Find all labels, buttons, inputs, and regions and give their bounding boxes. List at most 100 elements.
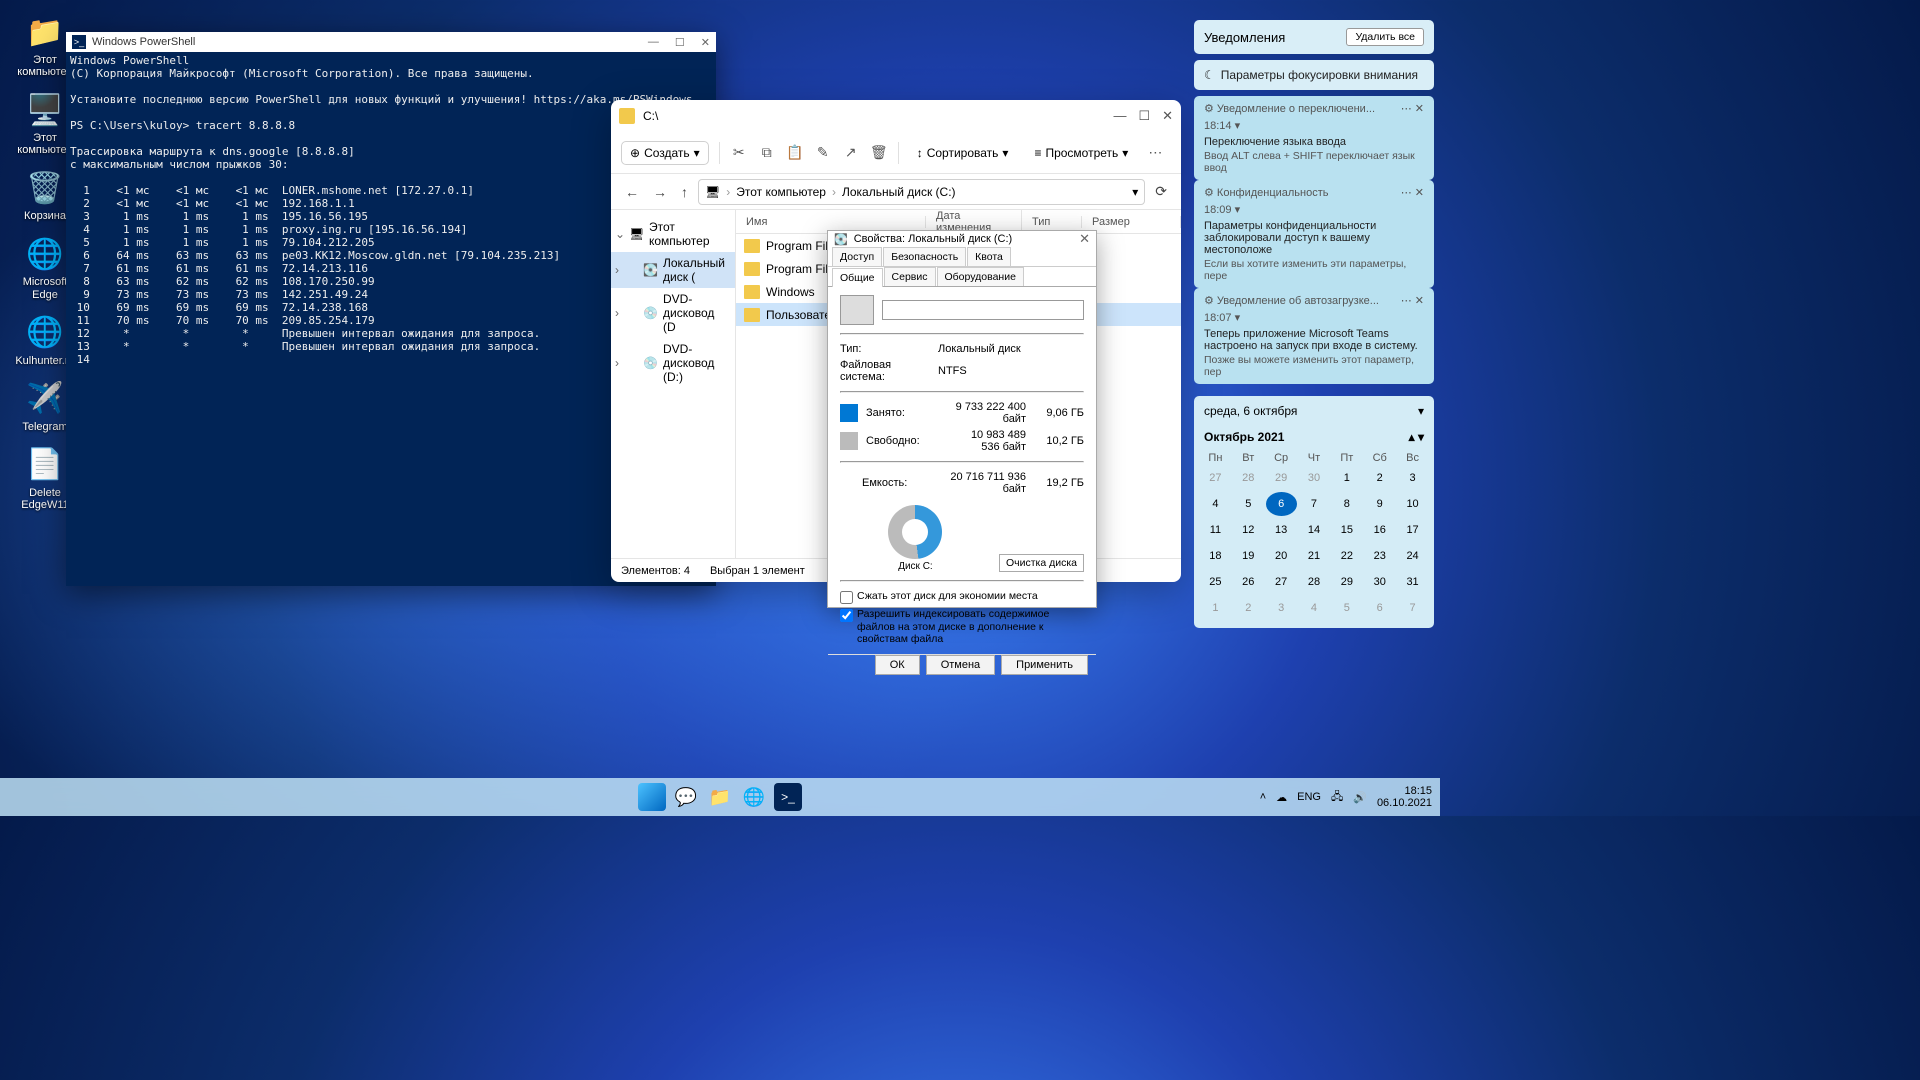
tray-onedrive-icon[interactable]: ☁ bbox=[1276, 791, 1287, 804]
tray-lang[interactable]: ENG bbox=[1297, 791, 1321, 803]
calendar-day[interactable]: 21 bbox=[1299, 544, 1330, 568]
calendar-day[interactable]: 18 bbox=[1200, 544, 1231, 568]
tab-hardware[interactable]: Оборудование bbox=[937, 267, 1024, 286]
calendar-day[interactable]: 11 bbox=[1200, 518, 1231, 542]
calendar-day[interactable]: 17 bbox=[1397, 518, 1428, 542]
tab-access[interactable]: Доступ bbox=[832, 247, 882, 266]
col-type[interactable]: Тип bbox=[1022, 216, 1082, 228]
calendar-day[interactable]: 28 bbox=[1233, 466, 1264, 490]
next-month-icon[interactable]: ▾ bbox=[1418, 430, 1424, 444]
paste-icon[interactable]: 📋 bbox=[786, 144, 804, 162]
calendar-day[interactable]: 27 bbox=[1266, 570, 1297, 594]
apply-button[interactable]: Применить bbox=[1001, 655, 1088, 675]
calendar-day[interactable]: 25 bbox=[1200, 570, 1231, 594]
calendar-day[interactable]: 29 bbox=[1266, 466, 1297, 490]
calendar-day[interactable]: 2 bbox=[1233, 596, 1264, 620]
tab-general[interactable]: Общие bbox=[832, 268, 883, 287]
tab-service[interactable]: Сервис bbox=[884, 267, 936, 286]
calendar-day[interactable]: 30 bbox=[1364, 570, 1395, 594]
share-icon[interactable]: ↗ bbox=[842, 144, 860, 162]
col-name[interactable]: Имя bbox=[736, 216, 926, 228]
calendar-day[interactable]: 4 bbox=[1299, 596, 1330, 620]
more-icon[interactable]: ⋯ bbox=[1146, 144, 1164, 162]
calendar-day[interactable]: 4 bbox=[1200, 492, 1231, 516]
start-button[interactable] bbox=[638, 783, 666, 811]
cut-icon[interactable]: ✂ bbox=[730, 144, 748, 162]
calendar-day[interactable]: 27 bbox=[1200, 466, 1231, 490]
tray-network-icon[interactable]: 🖧 bbox=[1331, 788, 1343, 807]
calendar-day[interactable]: 5 bbox=[1331, 596, 1362, 620]
cancel-button[interactable]: Отмена bbox=[926, 655, 995, 675]
calendar-day[interactable]: 29 bbox=[1331, 570, 1362, 594]
calendar-day[interactable]: 3 bbox=[1266, 596, 1297, 620]
close-icon[interactable]: ✕ bbox=[1415, 103, 1424, 115]
taskbar-explorer-icon[interactable]: 📁 bbox=[706, 783, 734, 811]
calendar-day[interactable]: 20 bbox=[1266, 544, 1297, 568]
up-button[interactable]: ↑ bbox=[677, 180, 692, 204]
tray-chevron-icon[interactable]: ˄ bbox=[1260, 791, 1266, 803]
notification-item[interactable]: ⚙ Конфиденциальность⋯ ✕18:09 ▾Параметры … bbox=[1194, 180, 1434, 288]
sidebar-dvd2[interactable]: 💿DVD-дисковод (D:) bbox=[611, 338, 735, 388]
breadcrumb[interactable]: 🖥 › Этот компьютер › Локальный диск (C:)… bbox=[698, 179, 1145, 205]
explorer-titlebar[interactable]: C:\ — ☐ ✕ bbox=[611, 100, 1181, 132]
calendar-day[interactable]: 7 bbox=[1299, 492, 1330, 516]
view-button[interactable]: ≡ Просмотреть ▾ bbox=[1026, 142, 1136, 164]
taskbar-chat-icon[interactable]: 💬 bbox=[672, 783, 700, 811]
maximize-button[interactable]: ☐ bbox=[1138, 108, 1150, 124]
close-button[interactable]: ✕ bbox=[701, 36, 710, 49]
disk-cleanup-button[interactable]: Очистка диска bbox=[999, 554, 1084, 572]
calendar-day[interactable]: 2 bbox=[1364, 466, 1395, 490]
compress-checkbox[interactable]: Сжать этот диск для экономии места bbox=[840, 590, 1084, 604]
back-button[interactable]: ← bbox=[621, 180, 643, 204]
calendar-day[interactable]: 23 bbox=[1364, 544, 1395, 568]
taskbar-edge-icon[interactable]: 🌐 bbox=[740, 783, 768, 811]
delete-icon[interactable]: 🗑 bbox=[870, 144, 888, 162]
create-button[interactable]: ⊕ Создать ▾ bbox=[621, 141, 709, 165]
copy-icon[interactable]: ⧉ bbox=[758, 144, 776, 162]
close-button[interactable]: ✕ bbox=[1162, 108, 1173, 124]
delete-all-button[interactable]: Удалить все bbox=[1346, 28, 1424, 46]
close-icon[interactable]: ✕ bbox=[1079, 231, 1090, 247]
notification-item[interactable]: ⚙ Уведомление о переключени...⋯ ✕18:14 ▾… bbox=[1194, 96, 1434, 180]
focus-assist-link[interactable]: Параметры фокусировки внимания bbox=[1221, 68, 1418, 82]
calendar-day[interactable]: 13 bbox=[1266, 518, 1297, 542]
powershell-titlebar[interactable]: >_ Windows PowerShell — ☐ ✕ bbox=[66, 32, 716, 52]
calendar-day[interactable]: 12 bbox=[1233, 518, 1264, 542]
collapse-icon[interactable]: ▾ bbox=[1418, 404, 1424, 418]
calendar-day[interactable]: 1 bbox=[1200, 596, 1231, 620]
prev-month-icon[interactable]: ▴ bbox=[1409, 430, 1415, 444]
calendar-day[interactable]: 6 bbox=[1364, 596, 1395, 620]
taskbar-powershell-icon[interactable]: >_ bbox=[774, 783, 802, 811]
rename-icon[interactable]: ✎ bbox=[814, 144, 832, 162]
calendar-day[interactable]: 28 bbox=[1299, 570, 1330, 594]
calendar-day[interactable]: 24 bbox=[1397, 544, 1428, 568]
calendar-day[interactable]: 26 bbox=[1233, 570, 1264, 594]
calendar-day[interactable]: 3 bbox=[1397, 466, 1428, 490]
calendar-day[interactable]: 7 bbox=[1397, 596, 1428, 620]
close-icon[interactable]: ✕ bbox=[1415, 187, 1424, 199]
disk-name-input[interactable] bbox=[882, 300, 1084, 320]
forward-button[interactable]: → bbox=[649, 180, 671, 204]
calendar-day[interactable]: 30 bbox=[1299, 466, 1330, 490]
calendar-day[interactable]: 14 bbox=[1299, 518, 1330, 542]
calendar-day[interactable]: 10 bbox=[1397, 492, 1428, 516]
calendar-day[interactable]: 5 bbox=[1233, 492, 1264, 516]
calendar-day[interactable]: 31 bbox=[1397, 570, 1428, 594]
calendar-day[interactable]: 1 bbox=[1331, 466, 1362, 490]
tab-quota[interactable]: Квота bbox=[967, 247, 1011, 266]
sidebar-this-pc[interactable]: 🖥Этот компьютер bbox=[611, 216, 735, 252]
calendar-day[interactable]: 8 bbox=[1331, 492, 1362, 516]
calendar-day[interactable]: 19 bbox=[1233, 544, 1264, 568]
calendar-day[interactable]: 6 bbox=[1266, 492, 1297, 516]
refresh-icon[interactable]: ⟳ bbox=[1151, 179, 1171, 204]
sidebar-local-disk[interactable]: 💽Локальный диск ( bbox=[611, 252, 735, 288]
calendar-day[interactable]: 16 bbox=[1364, 518, 1395, 542]
calendar-day[interactable]: 22 bbox=[1331, 544, 1362, 568]
index-checkbox[interactable]: Разрешить индексировать содержимое файло… bbox=[840, 608, 1084, 646]
minimize-button[interactable]: — bbox=[1113, 108, 1126, 124]
calendar-day[interactable]: 9 bbox=[1364, 492, 1395, 516]
sort-button[interactable]: ↕ Сортировать ▾ bbox=[909, 142, 1017, 164]
tray-volume-icon[interactable]: 🔊 bbox=[1353, 791, 1367, 804]
col-size[interactable]: Размер bbox=[1082, 216, 1181, 228]
sidebar-dvd1[interactable]: 💿DVD-дисковод (D bbox=[611, 288, 735, 338]
